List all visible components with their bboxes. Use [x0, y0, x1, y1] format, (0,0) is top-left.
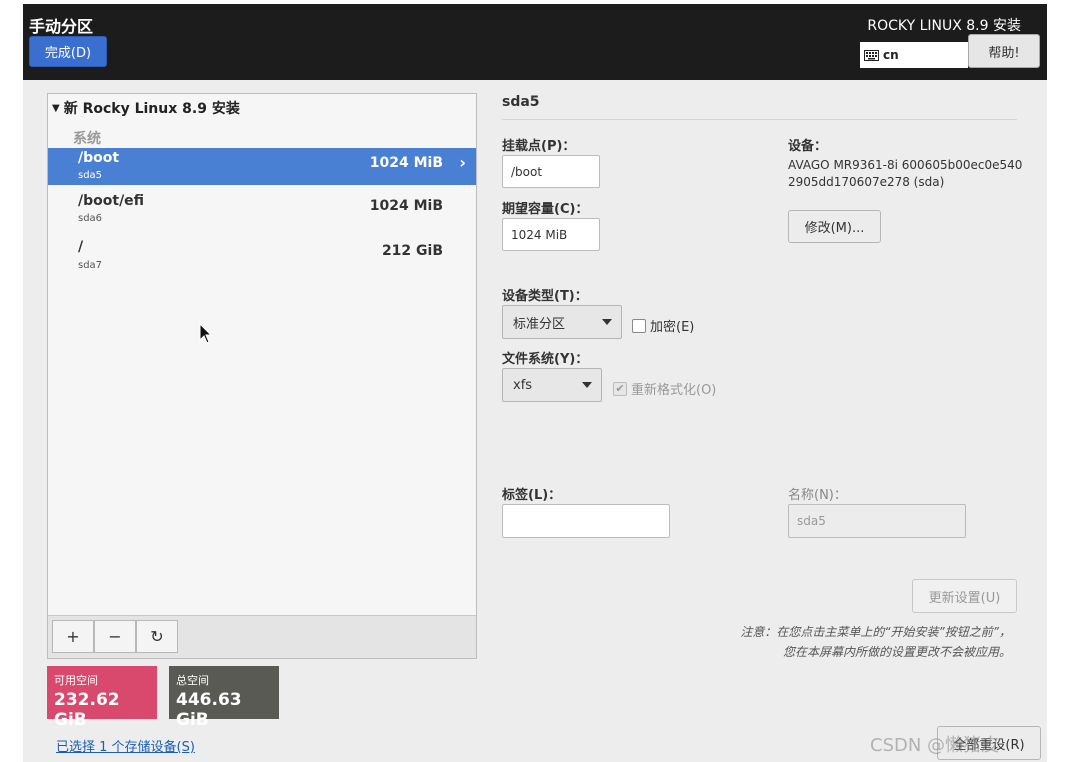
encrypt-checkbox[interactable]: 加密(E): [632, 316, 694, 335]
available-space-value: 232.62 GiB: [54, 690, 120, 730]
encrypt-label: 加密(E): [650, 320, 695, 335]
device-type-value: 标准分区: [513, 316, 566, 332]
partition-device: sda5: [78, 170, 103, 181]
total-space-value: 446.63 GiB: [176, 690, 242, 730]
checkmark-icon: ✔: [613, 381, 627, 396]
desired-capacity-input[interactable]: 1024 MiB: [502, 218, 600, 251]
mount-point-input[interactable]: /boot: [502, 155, 600, 188]
reformat-label: 重新格式化(O): [631, 383, 717, 398]
plus-icon: +: [66, 627, 80, 646]
product-title: ROCKY LINUX 8.9 安装: [867, 18, 1021, 34]
partition-list-panel: ▼ 新 Rocky Linux 8.9 安装 系统 /boot sda5 102…: [47, 93, 477, 659]
mouse-cursor-icon: [199, 323, 213, 344]
minus-icon: −: [108, 627, 122, 646]
keyboard-layout-label: cn: [883, 48, 899, 62]
watermark: CSDN @懒猪皮: [870, 735, 1000, 756]
installation-tree-header[interactable]: ▼ 新 Rocky Linux 8.9 安装: [52, 98, 240, 118]
tag-input[interactable]: [502, 504, 670, 538]
mount-point-label: 挂载点(P)：: [502, 139, 576, 154]
chevron-right-icon: ›: [459, 153, 466, 172]
device-type-dropdown[interactable]: 标准分区: [502, 305, 622, 339]
note-line-1: 注意：在您点击主菜单上的“开始安装”按钮之前”，: [740, 625, 1011, 639]
total-space-badge: 总空间 446.63 GiB: [169, 666, 279, 730]
device-label: 设备：: [788, 139, 828, 154]
installer-window: 手动分区 完成(D) ROCKY LINUX 8.9 安装 cn 帮助! ▼ 新…: [23, 4, 1047, 762]
name-label: 名称(N)：: [788, 488, 847, 503]
remove-partition-button[interactable]: −: [94, 620, 136, 653]
device-info: AVAGO MR9361-8i 600605b00ec0e5402905dd17…: [788, 158, 1023, 189]
partition-mount: /: [78, 239, 84, 255]
available-space-label: 可用空间: [54, 674, 98, 687]
dropdown-caret-icon: [602, 319, 612, 325]
header-bar: 手动分区 完成(D) ROCKY LINUX 8.9 安装 cn 帮助!: [23, 4, 1047, 80]
file-system-dropdown[interactable]: xfs: [502, 368, 602, 402]
group-label-system: 系统: [73, 131, 101, 147]
partition-detail-title: sda5: [502, 94, 540, 110]
partition-size: 212 GiB: [381, 243, 443, 259]
keyboard-icon: [864, 49, 879, 61]
partition-mount: /boot/efi: [78, 193, 145, 209]
partition-size: 1024 MiB: [369, 198, 443, 214]
add-partition-button[interactable]: +: [52, 620, 94, 653]
partition-toolbar: + − ↻: [48, 615, 476, 658]
modify-button[interactable]: 修改(M)...: [788, 210, 881, 243]
expand-triangle-icon[interactable]: ▼: [52, 103, 60, 114]
tag-label: 标签(L)：: [502, 488, 562, 503]
page-title: 手动分区: [29, 17, 94, 36]
installation-root-label: 新 Rocky Linux 8.9 安装: [63, 101, 240, 117]
device-type-label: 设备类型(T)：: [502, 289, 588, 304]
done-button[interactable]: 完成(D): [29, 36, 107, 67]
update-settings-button[interactable]: 更新设置(U): [912, 579, 1017, 613]
partition-mount: /boot: [78, 150, 120, 166]
note-line-2: 您在本屏幕内所做的设置更改不会被应用。: [782, 645, 1011, 659]
partition-device: sda6: [78, 213, 103, 224]
file-system-label: 文件系统(Y)：: [502, 352, 589, 367]
selected-storage-link[interactable]: 已选择 1 个存储设备(S): [56, 736, 195, 755]
file-system-value: xfs: [513, 377, 533, 393]
available-space-badge: 可用空间 232.62 GiB: [47, 666, 157, 730]
partition-row-boot-efi[interactable]: /boot/efi sda6 1024 MiB: [48, 191, 476, 228]
partition-row-boot[interactable]: /boot sda5 1024 MiB ›: [48, 148, 476, 185]
partition-size: 1024 MiB: [369, 155, 443, 171]
name-input[interactable]: sda5: [788, 504, 966, 538]
divider: [502, 119, 1017, 120]
keyboard-layout-indicator[interactable]: cn: [860, 42, 968, 68]
help-button[interactable]: 帮助!: [968, 34, 1040, 68]
partition-device: sda7: [78, 260, 103, 271]
dropdown-caret-icon: [582, 382, 592, 388]
total-space-label: 总空间: [176, 674, 209, 687]
desired-capacity-label: 期望容量(C)：: [502, 202, 589, 217]
reformat-checkbox[interactable]: ✔ 重新格式化(O): [613, 379, 716, 398]
partition-row-root[interactable]: / sda7 212 GiB: [48, 236, 476, 273]
checkbox-icon[interactable]: [632, 318, 646, 333]
refresh-icon: ↻: [150, 627, 164, 646]
refresh-button[interactable]: ↻: [136, 620, 178, 653]
